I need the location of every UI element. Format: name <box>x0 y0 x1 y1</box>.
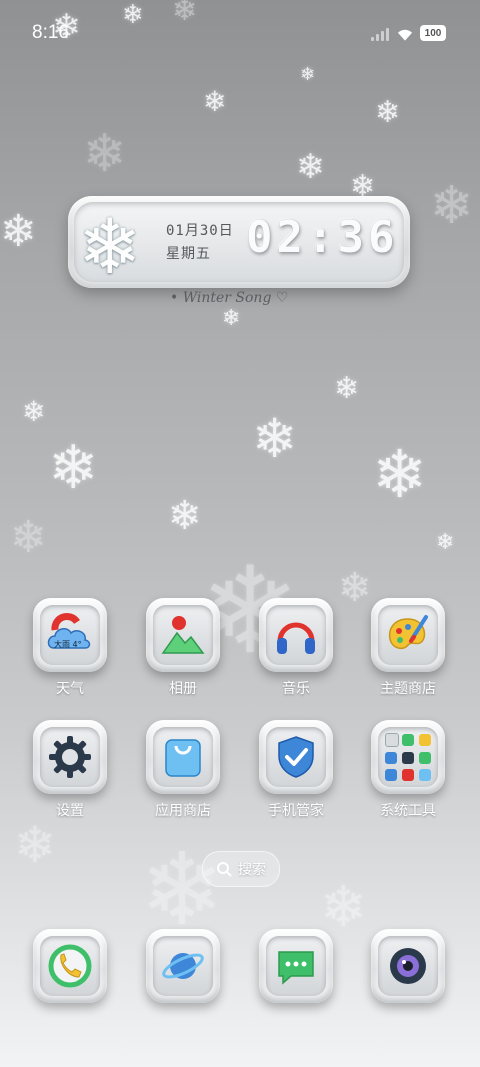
signal-icon <box>371 28 391 41</box>
weather-cloud-icon <box>47 613 91 649</box>
app-app-store[interactable] <box>146 720 220 794</box>
app-phone-manager[interactable] <box>259 720 333 794</box>
headphones-icon <box>277 622 315 654</box>
app-settings[interactable] <box>33 720 107 794</box>
phone-icon <box>48 944 92 988</box>
message-icon <box>278 951 314 985</box>
status-time: 8:16 <box>32 22 69 43</box>
app-label: 设置 <box>56 803 84 819</box>
weather-text: 大雨 4° <box>54 640 82 649</box>
app-label: 主题商店 <box>380 681 436 697</box>
app-label: 应用商店 <box>155 803 211 819</box>
app-theme-store[interactable] <box>371 598 445 672</box>
dock-browser[interactable] <box>146 929 220 1003</box>
dock-messages[interactable] <box>259 929 333 1003</box>
gallery-icon <box>161 616 205 654</box>
app-label: 音乐 <box>282 681 310 697</box>
app-label: 手机管家 <box>268 803 324 819</box>
wifi-icon <box>397 29 413 41</box>
gear-icon <box>49 736 91 778</box>
clock-date: 01月30日 <box>166 223 234 239</box>
dock-camera[interactable] <box>371 929 445 1003</box>
search-icon <box>217 862 232 877</box>
dock-phone[interactable] <box>33 929 107 1003</box>
status-bar: 8:16 100 <box>0 0 480 66</box>
battery-level: 100 <box>424 27 442 39</box>
planet-icon <box>162 953 204 979</box>
search-label: 搜索 <box>238 862 266 878</box>
search-button[interactable]: 搜索 <box>202 851 280 887</box>
app-gallery[interactable] <box>146 598 220 672</box>
clock-time: 02:36 <box>246 212 399 263</box>
app-music[interactable] <box>259 598 333 672</box>
shopping-bag-icon <box>165 739 201 777</box>
battery-icon: 100 <box>420 25 446 41</box>
app-label: 相册 <box>169 681 197 697</box>
widget-caption: • Winter Song ♡ <box>170 290 289 306</box>
camera-icon <box>390 948 426 984</box>
app-label: 天气 <box>56 681 84 697</box>
shield-check-icon <box>278 736 314 778</box>
app-folder-system-tools[interactable] <box>371 720 445 794</box>
snowflake-icon: ❄ <box>78 202 142 291</box>
palette-icon <box>388 615 428 650</box>
app-weather[interactable]: 大雨 4° <box>33 598 107 672</box>
clock-weekday: 星期五 <box>166 246 211 262</box>
app-label: 系统工具 <box>380 803 436 819</box>
